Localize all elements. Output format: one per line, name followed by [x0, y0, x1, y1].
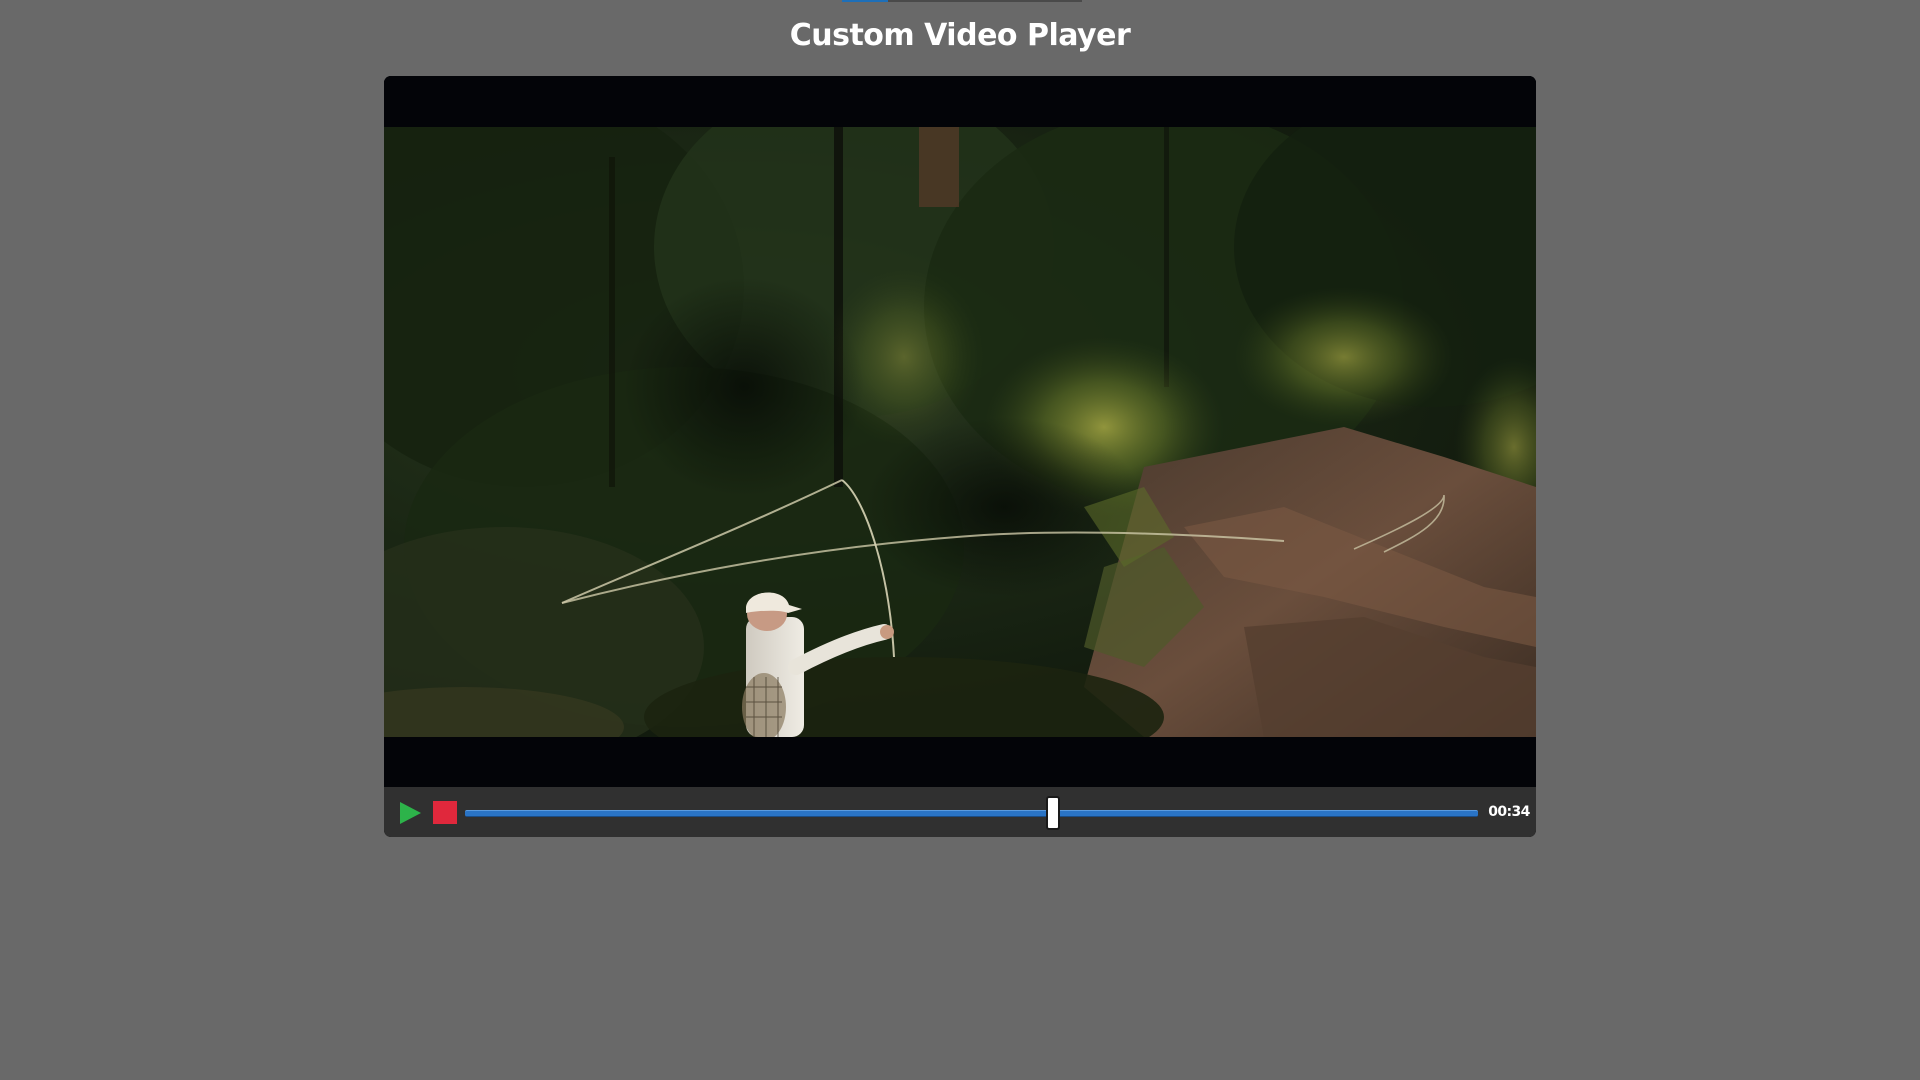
top-loading-bar-fill [842, 0, 888, 2]
top-loading-bar [842, 0, 1082, 2]
play-icon [400, 802, 421, 824]
video-frame[interactable] [384, 76, 1536, 787]
seek-bar[interactable] [465, 810, 1478, 817]
time-display: 00:34 [1488, 804, 1530, 820]
play-button[interactable] [398, 801, 422, 825]
page-title: Custom Video Player [789, 18, 1131, 53]
video-image [384, 127, 1536, 737]
video-player: 00:34 [384, 76, 1536, 837]
letterbox-bottom [384, 737, 1536, 787]
player-controls: 00:34 [384, 787, 1536, 837]
stop-button[interactable] [433, 801, 457, 824]
video-scene-fly-fishing [384, 127, 1536, 737]
letterbox-top [384, 76, 1536, 127]
seek-thumb[interactable] [1045, 796, 1060, 830]
